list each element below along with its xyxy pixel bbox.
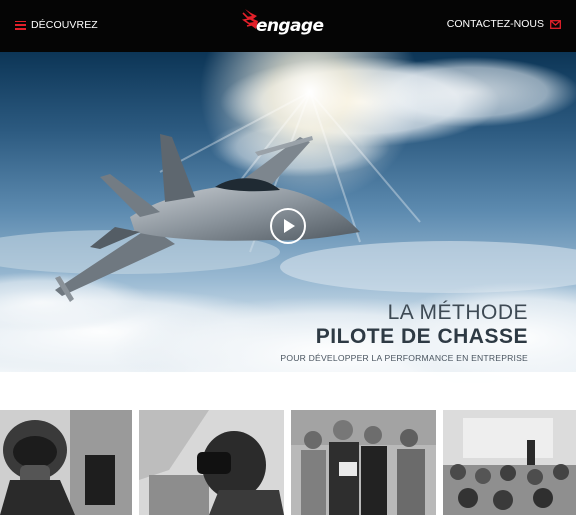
- contact-label: CONTACTEZ-NOUS: [446, 18, 544, 30]
- classroom-training-photo[interactable]: [443, 410, 576, 515]
- team-discussion-photo[interactable]: [291, 410, 436, 515]
- hero-title-line1: LA MÉTHODE: [387, 301, 528, 324]
- site-header: DÉCOUVREZ engage CONTACTEZ-NOUS: [0, 0, 576, 52]
- classroom-training-image: [443, 410, 576, 515]
- engage-logo[interactable]: engage: [242, 7, 324, 41]
- discover-menu-button[interactable]: DÉCOUVREZ: [15, 17, 98, 33]
- photo-strip: [0, 407, 576, 515]
- vr-headset-photo[interactable]: [139, 410, 284, 515]
- hero-subtitle: POUR DÉVELOPPER LA PERFORMANCE EN ENTREP…: [280, 353, 528, 363]
- contact-button[interactable]: CONTACTEZ-NOUS: [447, 18, 561, 30]
- vr-headset-image: [139, 410, 284, 515]
- hero-title-line2: PILOTE DE CHASSE: [315, 325, 528, 348]
- play-video-button[interactable]: [270, 208, 306, 244]
- hero-headline: LA MÉTHODE PILOTE DE CHASSE POUR DÉVELOP…: [280, 301, 528, 363]
- mail-icon: [550, 19, 561, 29]
- logo-text: engage: [256, 16, 324, 36]
- pilot-helmet-photo[interactable]: [0, 410, 132, 515]
- hero-banner: LA MÉTHODE PILOTE DE CHASSE POUR DÉVELOP…: [0, 52, 576, 407]
- play-icon: [284, 219, 295, 233]
- hamburger-menu-icon: [15, 20, 26, 30]
- discover-menu-label: DÉCOUVREZ: [31, 19, 98, 31]
- pilot-helmet-image: [0, 410, 132, 515]
- team-discussion-image: [291, 410, 436, 515]
